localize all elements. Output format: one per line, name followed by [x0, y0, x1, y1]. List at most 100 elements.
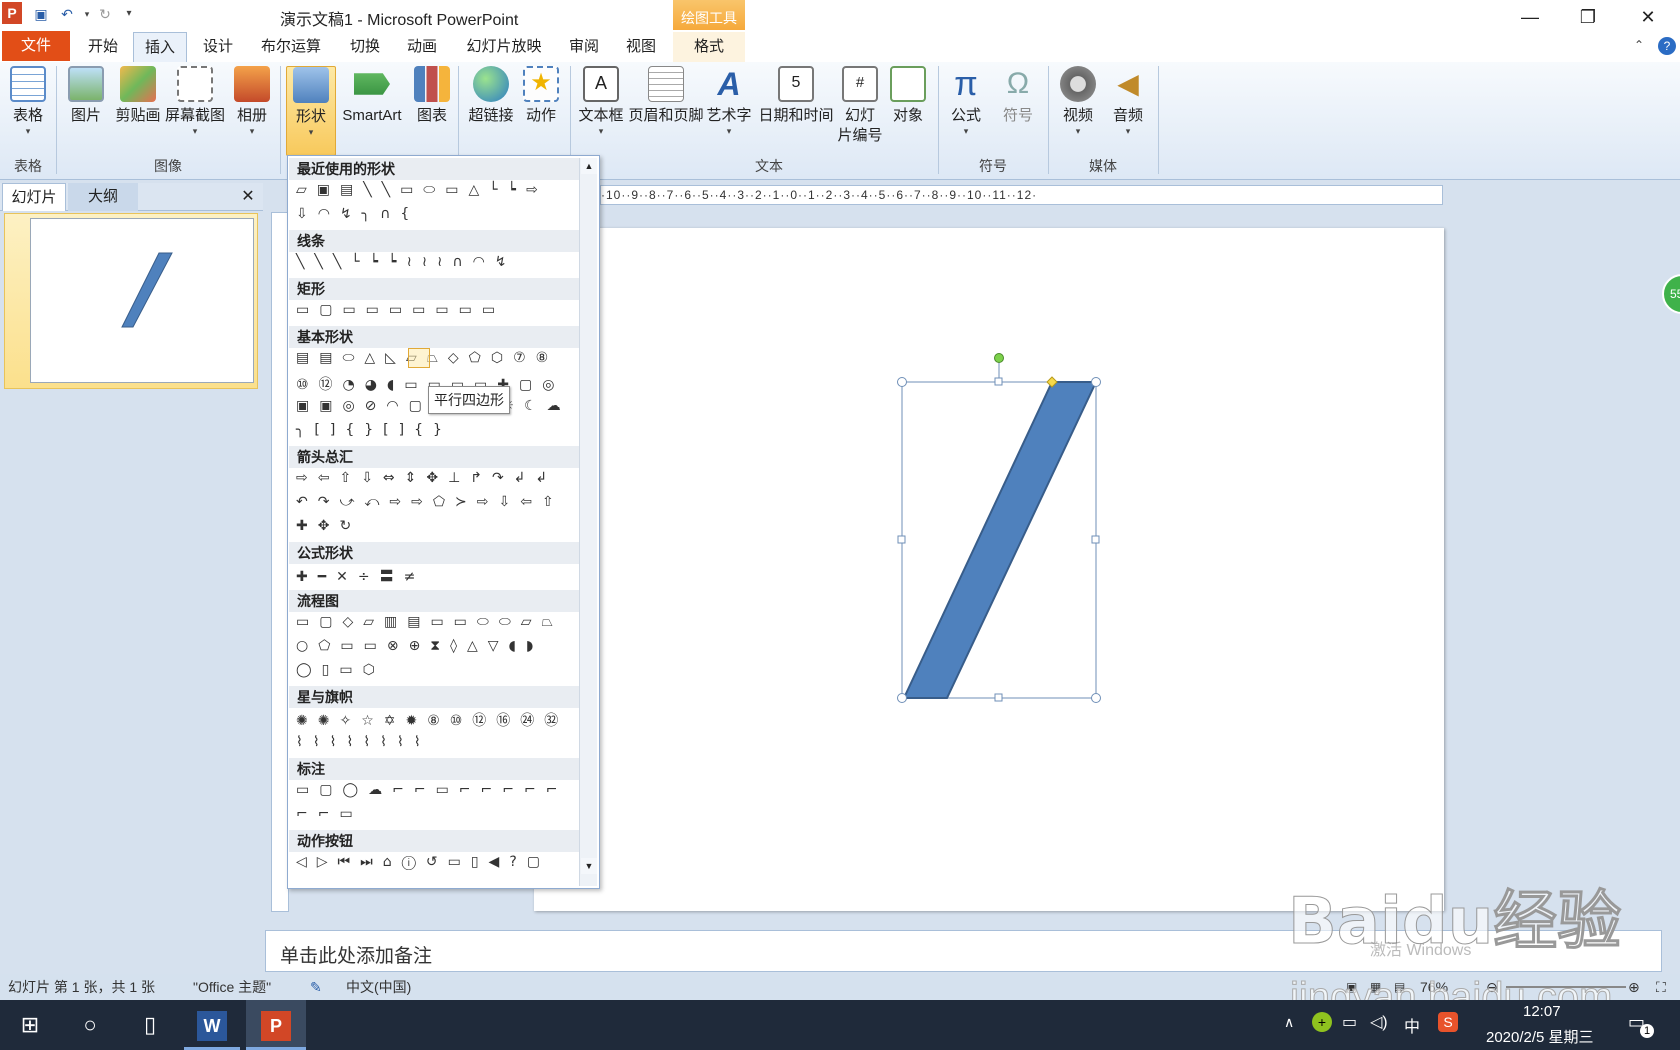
- minimize-ribbon-icon[interactable]: ⌃: [1634, 38, 1644, 52]
- equation-button[interactable]: π 公式 ▾: [946, 66, 986, 136]
- textbox-button[interactable]: A 文本框 ▾: [576, 66, 626, 136]
- datetime-button[interactable]: 5 日期和时间: [756, 66, 836, 126]
- clock-time[interactable]: 12:07: [1523, 1003, 1561, 1020]
- flowchart-row[interactable]: ◯▯▭⬡: [296, 662, 385, 682]
- tab-view[interactable]: 视图: [622, 32, 660, 62]
- network-icon[interactable]: ▭: [1342, 1012, 1357, 1032]
- smartart-button[interactable]: SmartArt: [338, 66, 406, 126]
- symbol-button: Ω 符号: [998, 66, 1038, 126]
- gallery-section-action-buttons: 动作按钮: [289, 830, 579, 852]
- slide-thumbnail[interactable]: [4, 213, 258, 389]
- powerpoint-taskbar-icon[interactable]: P: [246, 1000, 306, 1050]
- gallery-scrollbar[interactable]: ▲ ▼: [579, 158, 597, 886]
- object-button[interactable]: 对象: [888, 66, 928, 126]
- help-icon[interactable]: ?: [1658, 37, 1676, 55]
- action-button[interactable]: ★ 动作: [522, 66, 560, 126]
- task-view-icon[interactable]: ▯: [120, 1000, 180, 1050]
- chart-button[interactable]: 图表: [414, 66, 450, 126]
- arrows-row[interactable]: ✚✥↻: [296, 518, 361, 538]
- header-footer-button[interactable]: 页眉和页脚: [628, 66, 704, 126]
- recent-shapes-row[interactable]: ⇩◠↯╮∩{: [296, 206, 419, 226]
- undo-dropdown-icon[interactable]: ▾: [78, 5, 96, 23]
- group-label-images: 图像: [154, 158, 182, 174]
- tab-animations[interactable]: 动画: [403, 32, 441, 62]
- action-label: 动作: [525, 107, 556, 124]
- action-buttons-row[interactable]: ◁▷⏮⏭⌂ⓘ↺▭▯◀?▢: [296, 854, 550, 874]
- tab-home[interactable]: 开始: [84, 32, 122, 62]
- tab-insert[interactable]: 插入: [133, 32, 187, 62]
- equation-shapes-row[interactable]: ✚━✕÷〓≠: [296, 566, 425, 586]
- scroll-down-icon[interactable]: ▼: [581, 858, 597, 874]
- basic-shapes-row[interactable]: ╮[]{}[]{}: [296, 422, 452, 442]
- picture-button[interactable]: 图片: [66, 66, 106, 126]
- screenshot-button[interactable]: 屏幕截图 ▾: [164, 66, 226, 136]
- tab-design[interactable]: 设计: [199, 32, 237, 62]
- arrows-row[interactable]: ↶↷⤻⤺⇨⇨⬠≻⇨⇩⇦⇧: [296, 494, 564, 514]
- flowchart-row[interactable]: ▭▢◇▱▥▤▭▭⬭⬭▱⏢: [296, 614, 563, 634]
- resize-handle: [897, 377, 907, 387]
- wordart-button[interactable]: A 艺术字 ▾: [706, 66, 752, 136]
- powerpoint-app-icon[interactable]: P: [2, 2, 22, 24]
- header-footer-label: 页眉和页脚: [628, 107, 704, 124]
- close-pane-icon[interactable]: ✕: [238, 183, 258, 211]
- speaker-icon: ◀: [1117, 68, 1139, 99]
- slide-number-icon: #: [842, 66, 878, 102]
- minimize-button[interactable]: —: [1510, 4, 1550, 30]
- theme-name[interactable]: "Office 主题": [193, 974, 271, 1000]
- equation-label: 公式: [950, 107, 981, 124]
- slide-number-button[interactable]: # 幻灯 片编号: [836, 66, 884, 146]
- callouts-row[interactable]: ▭▢◯☁⌐⌐▭⌐⌐⌐⌐⌐: [296, 782, 567, 802]
- tab-format[interactable]: 格式: [673, 32, 745, 62]
- tab-boolean[interactable]: 布尔运算: [258, 32, 324, 62]
- slide-canvas[interactable]: [534, 228, 1444, 911]
- tray-app-icon[interactable]: +: [1312, 1012, 1332, 1032]
- language[interactable]: 中文(中国): [346, 974, 411, 1000]
- undo-icon[interactable]: ↶: [58, 5, 76, 23]
- video-button[interactable]: 视频 ▾: [1058, 66, 1098, 136]
- stars-row[interactable]: ⌇⌇⌇⌇⌇⌇⌇⌇: [296, 734, 431, 754]
- restore-button[interactable]: ❐: [1568, 4, 1608, 30]
- cortana-circle-icon[interactable]: ○: [60, 1000, 120, 1050]
- fit-slide-icon[interactable]: ⛶: [1656, 974, 1666, 1000]
- lines-row[interactable]: ╲╲╲└┕┕≀≀≀∩◠↯: [296, 254, 517, 274]
- tab-transitions[interactable]: 切换: [346, 32, 384, 62]
- tab-review[interactable]: 审阅: [565, 32, 603, 62]
- word-taskbar-icon[interactable]: W: [184, 1000, 240, 1050]
- arrows-row[interactable]: ⇨⇦⇧⇩⇔⇕✥⊥↱↷↲↲: [296, 470, 557, 490]
- textbox-label: 文本框: [578, 107, 624, 124]
- object-label: 对象: [892, 107, 923, 124]
- shapes-button[interactable]: 形状 ▾: [286, 66, 336, 156]
- clipart-button[interactable]: 剪贴画: [114, 66, 162, 126]
- volume-icon[interactable]: ◁): [1370, 1012, 1388, 1032]
- tab-slides[interactable]: 幻灯片: [2, 183, 66, 211]
- tab-slideshow[interactable]: 幻灯片放映: [463, 32, 545, 62]
- tray-chevron-icon[interactable]: ∧: [1284, 1014, 1294, 1031]
- gallery-section-rectangles: 矩形: [289, 278, 579, 300]
- group-label-text: 文本: [755, 158, 783, 174]
- customize-qat-icon[interactable]: ▾: [120, 5, 138, 23]
- spellcheck-icon[interactable]: ✎: [310, 974, 322, 1000]
- hyperlink-button[interactable]: 超链接: [466, 66, 516, 126]
- callouts-row[interactable]: ⌐⌐▭: [296, 806, 363, 826]
- close-button[interactable]: ✕: [1628, 4, 1668, 30]
- windows-start-icon[interactable]: ⊞: [0, 1000, 60, 1050]
- tab-outline[interactable]: 大纲: [68, 183, 138, 211]
- side-badge[interactable]: 55: [1662, 274, 1680, 314]
- flowchart-row[interactable]: ○⬠▭▭⊗⊕⧗◊△▽◖◗: [296, 638, 543, 658]
- redo-icon[interactable]: ↻: [96, 5, 114, 23]
- tab-file[interactable]: 文件: [2, 31, 70, 61]
- ime-indicator[interactable]: 中: [1404, 1013, 1420, 1037]
- rectangles-row[interactable]: ▭▢▭▭▭▭▭▭▭: [296, 302, 505, 322]
- audio-button[interactable]: ◀ 音频 ▾: [1108, 66, 1148, 136]
- tooltip: 平行四边形: [428, 386, 510, 414]
- scroll-up-icon[interactable]: ▲: [581, 158, 597, 174]
- clock-date[interactable]: 2020/2/5 星期三: [1486, 1026, 1594, 1047]
- zoom-in-icon[interactable]: ⊕: [1628, 974, 1640, 1000]
- table-button[interactable]: 表格 ▾: [8, 66, 48, 136]
- album-label: 相册: [236, 107, 267, 124]
- sogou-icon[interactable]: S: [1438, 1012, 1458, 1032]
- recent-shapes-row[interactable]: ▱▣▤╲╲▭⬭▭△└┕⇨: [296, 182, 548, 202]
- album-button[interactable]: 相册 ▾: [234, 66, 270, 136]
- save-icon[interactable]: ▣: [32, 5, 50, 23]
- stars-row[interactable]: ✺✺✧☆✡✹⑧⑩⑫⑯㉔㉜: [296, 710, 568, 730]
